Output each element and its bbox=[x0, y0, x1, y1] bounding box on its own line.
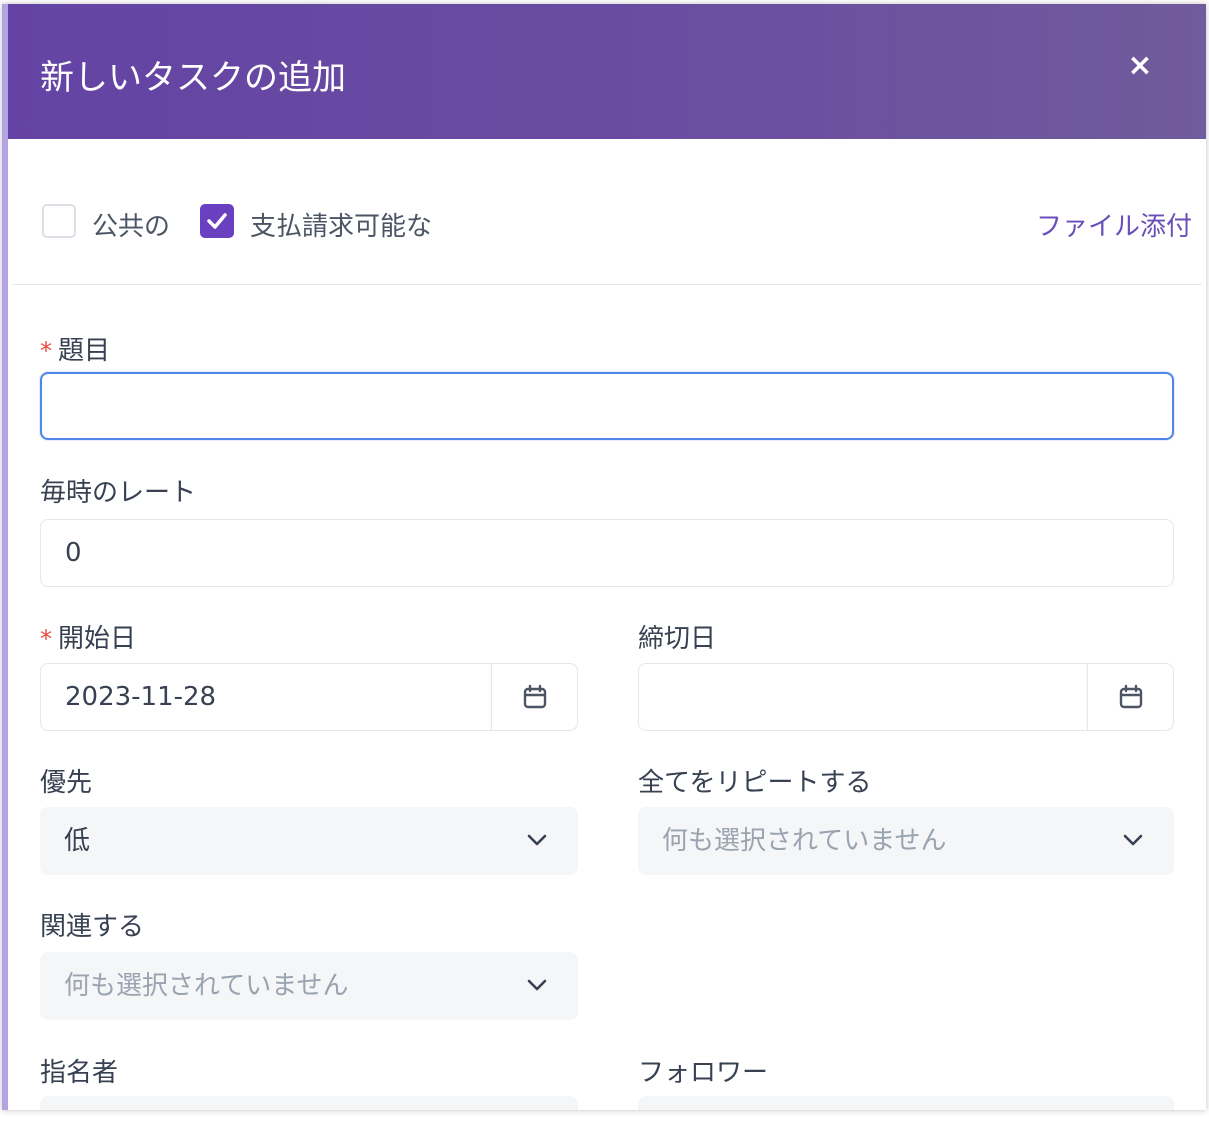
chevron-down-icon bbox=[527, 979, 547, 991]
related-label: 関連する bbox=[40, 912, 145, 942]
priority-value: 低 bbox=[64, 826, 91, 856]
repeat-label: 全てをリピートする bbox=[638, 768, 872, 798]
due-date-calendar-button[interactable] bbox=[1087, 664, 1173, 730]
related-placeholder: 何も選択されていません bbox=[64, 971, 349, 1001]
required-marker: * bbox=[40, 337, 52, 365]
priority-label: 優先 bbox=[40, 768, 93, 798]
start-date-calendar-button[interactable] bbox=[491, 664, 577, 730]
repeat-placeholder: 何も選択されていません bbox=[662, 826, 947, 856]
calendar-icon bbox=[1119, 684, 1143, 709]
public-checkbox[interactable] bbox=[42, 204, 76, 238]
options-row: 公共の 支払請求可能な ファイル添付 bbox=[42, 202, 1192, 242]
followers-label: フォロワー bbox=[638, 1058, 769, 1088]
modal-header: 新しいタスクの追加 × bbox=[8, 4, 1206, 139]
start-date-field: 2023-11-28 bbox=[40, 663, 578, 731]
assignees-label: 指名者 bbox=[40, 1058, 119, 1088]
close-button[interactable]: × bbox=[1118, 44, 1162, 88]
public-label[interactable]: 公共の bbox=[92, 206, 170, 243]
modal-title: 新しいタスクの追加 bbox=[40, 58, 346, 98]
subject-input[interactable] bbox=[40, 372, 1174, 440]
repeat-select[interactable]: 何も選択されていません bbox=[638, 807, 1174, 875]
chevron-down-icon bbox=[1123, 834, 1143, 846]
divider bbox=[12, 284, 1202, 285]
required-marker: * bbox=[40, 625, 52, 653]
billable-checkbox[interactable] bbox=[200, 204, 234, 238]
hourly-rate-label: 毎時のレート bbox=[40, 478, 197, 508]
priority-select[interactable]: 低 bbox=[40, 807, 578, 875]
close-icon: × bbox=[1127, 48, 1153, 83]
due-date-label: 締切日 bbox=[638, 624, 717, 654]
billable-label[interactable]: 支払請求可能な bbox=[250, 206, 432, 243]
subject-label: * 題目 bbox=[40, 336, 111, 366]
start-date-label: * 開始日 bbox=[40, 624, 137, 654]
assignees-select[interactable] bbox=[40, 1096, 578, 1110]
calendar-icon bbox=[523, 684, 547, 709]
due-date-field bbox=[638, 663, 1174, 731]
add-task-modal: 新しいタスクの追加 × 公共の 支払請求可能な ファイル添付 * 題目 毎時のレー… bbox=[2, 4, 1206, 1110]
followers-select[interactable] bbox=[638, 1096, 1174, 1110]
chevron-down-icon bbox=[527, 834, 547, 846]
checkmark-icon bbox=[207, 213, 227, 229]
hourly-rate-input[interactable]: 0 bbox=[40, 519, 1174, 587]
start-date-input[interactable]: 2023-11-28 bbox=[65, 664, 216, 730]
related-select[interactable]: 何も選択されていません bbox=[40, 952, 578, 1020]
attach-file-link[interactable]: ファイル添付 bbox=[1036, 206, 1192, 243]
